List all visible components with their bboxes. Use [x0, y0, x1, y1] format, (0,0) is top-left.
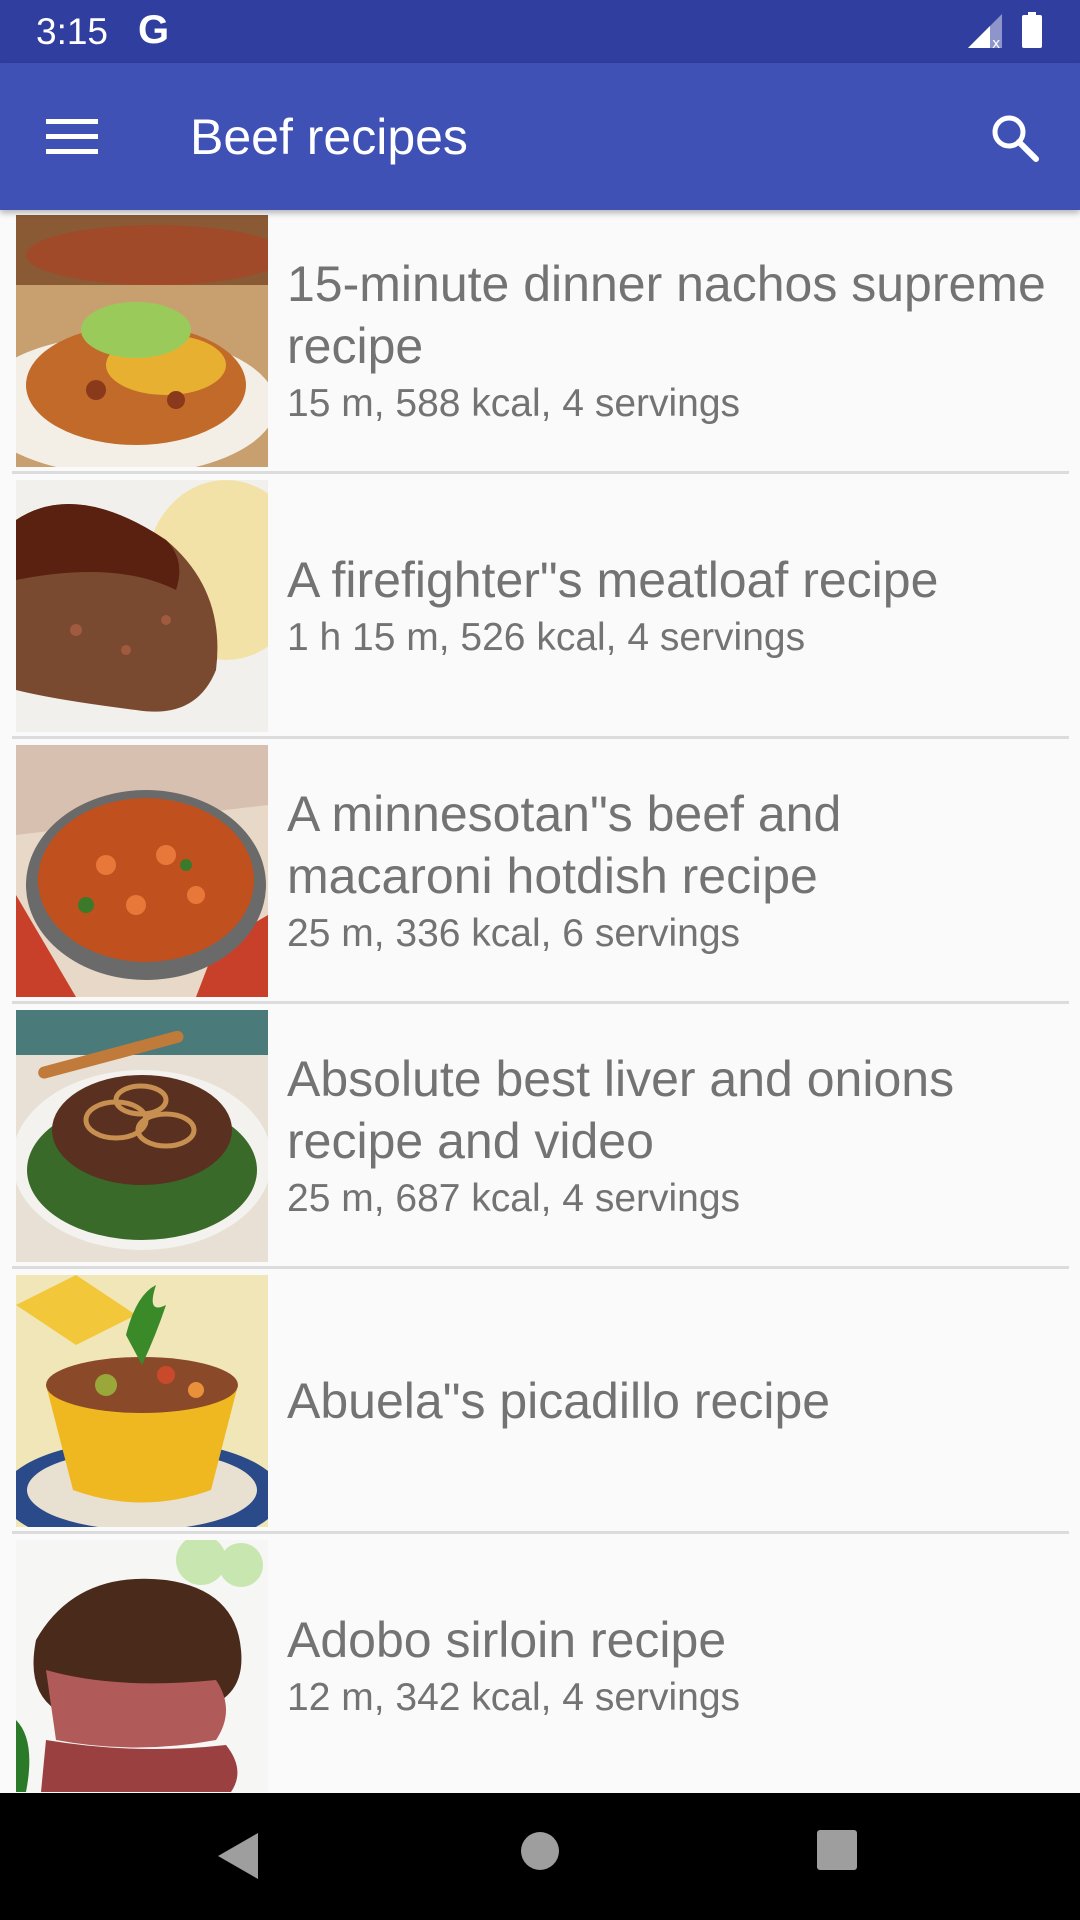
- recipe-meta: 1 h 15 m, 526 kcal, 4 servings: [287, 616, 806, 659]
- signal-icon: x: [968, 14, 1002, 50]
- svg-text:x: x: [992, 36, 1000, 50]
- divider: [12, 471, 1069, 474]
- status-time: 3:15: [36, 11, 109, 52]
- recipe-title: Absolute best liver and onions recipe an…: [287, 1051, 955, 1169]
- recipe-text: A firefighter"s meatloaf recipe 1 h 15 m…: [287, 480, 1057, 732]
- meatloaf-photo: [16, 480, 268, 732]
- picadillo-photo: [16, 1275, 268, 1527]
- recipe-meta: 15 m, 588 kcal, 4 servings: [287, 382, 741, 425]
- recipe-title: A minnesotan"s beef and macaroni hotdish…: [287, 786, 842, 904]
- recipe-title: A firefighter"s meatloaf recipe: [287, 552, 939, 608]
- battery-icon: [1022, 12, 1042, 48]
- recipe-meta: 12 m, 342 kcal, 4 servings: [287, 1676, 741, 1719]
- home-icon[interactable]: [520, 1831, 560, 1871]
- recipe-text: A minnesotan"s beef and macaroni hotdish…: [287, 745, 1057, 997]
- recipe-list-item[interactable]: Absolute best liver and onions recipe an…: [0, 1005, 1080, 1270]
- divider: [12, 1266, 1069, 1269]
- google-icon: G: [138, 8, 170, 52]
- navigation-bar: [0, 1793, 1080, 1920]
- liver-onions-photo: [16, 1010, 268, 1262]
- status-bar: 3:15 G x: [0, 0, 1080, 63]
- recipe-title: Abuela"s picadillo recipe: [287, 1373, 831, 1429]
- nachos-photo: [16, 215, 268, 467]
- page-title: Beef recipes: [190, 109, 468, 165]
- recipe-title: Adobo sirloin recipe: [287, 1612, 727, 1668]
- recipe-meta: 25 m, 687 kcal, 4 servings: [287, 1177, 741, 1220]
- recipe-list: 15-minute dinner nachos supreme recipe 1…: [0, 210, 1080, 1793]
- sirloin-photo: [16, 1540, 268, 1792]
- divider: [12, 736, 1069, 739]
- recents-icon[interactable]: [816, 1829, 858, 1871]
- recipe-text: 15-minute dinner nachos supreme recipe 1…: [287, 215, 1057, 467]
- recipe-list-item[interactable]: Adobo sirloin recipe 12 m, 342 kcal, 4 s…: [0, 1535, 1080, 1793]
- recipe-text: Adobo sirloin recipe 12 m, 342 kcal, 4 s…: [287, 1540, 1057, 1792]
- app-bar: Beef recipes: [0, 63, 1080, 210]
- macaroni-photo: [16, 745, 268, 997]
- recipe-list-item[interactable]: A minnesotan"s beef and macaroni hotdish…: [0, 740, 1080, 1005]
- recipe-list-item[interactable]: 15-minute dinner nachos supreme recipe 1…: [0, 210, 1080, 475]
- recipe-title: 15-minute dinner nachos supreme recipe: [287, 256, 1046, 374]
- menu-icon[interactable]: [46, 117, 98, 157]
- recipe-meta: 25 m, 336 kcal, 6 servings: [287, 912, 741, 955]
- back-icon[interactable]: [216, 1831, 260, 1881]
- divider: [12, 1001, 1069, 1004]
- recipe-list-item[interactable]: Abuela"s picadillo recipe: [0, 1270, 1080, 1535]
- recipe-list-item[interactable]: A firefighter"s meatloaf recipe 1 h 15 m…: [0, 475, 1080, 740]
- search-icon[interactable]: [990, 113, 1040, 163]
- recipe-text: Absolute best liver and onions recipe an…: [287, 1010, 1057, 1262]
- divider: [12, 1531, 1069, 1534]
- recipe-text: Abuela"s picadillo recipe: [287, 1275, 1057, 1527]
